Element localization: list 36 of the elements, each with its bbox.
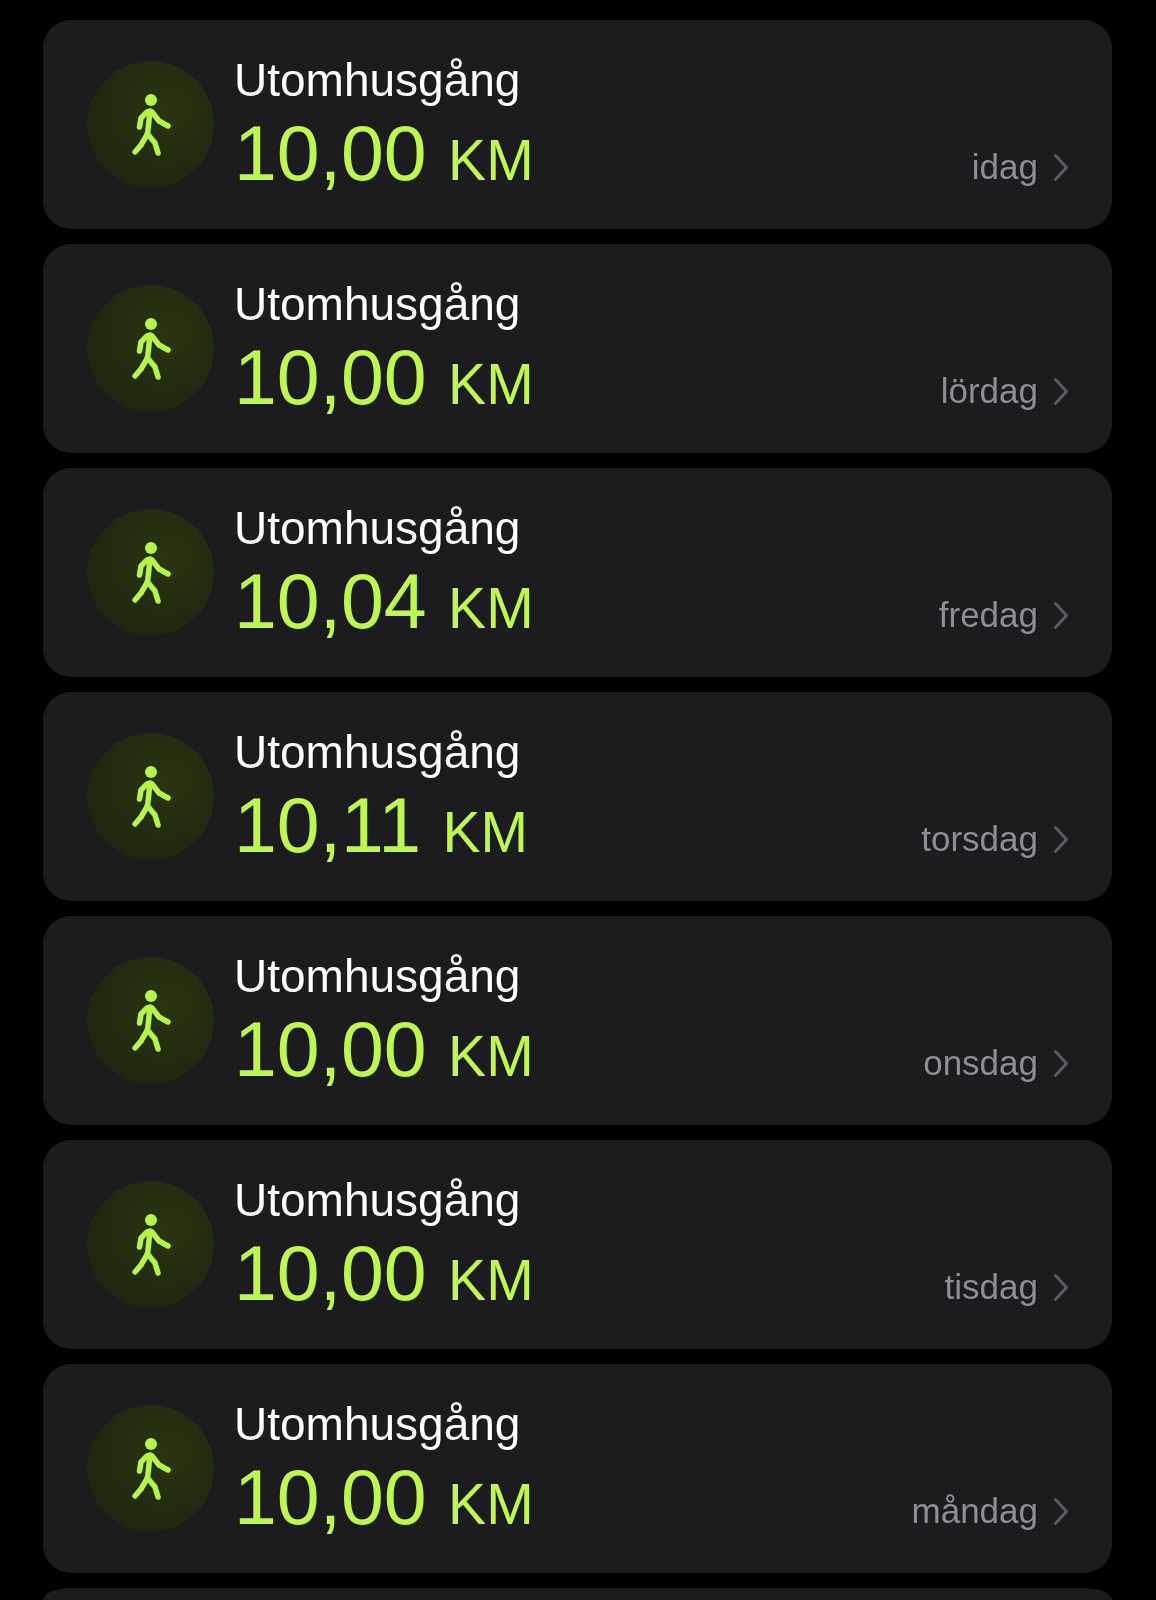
workout-card[interactable]: Utomhusgång 10,00 KM onsdag [43, 916, 1112, 1125]
workout-title: Utomhusgång [234, 952, 521, 1000]
chevron-right-icon [1054, 153, 1068, 181]
workout-card[interactable]: Utomhusgång 10,00 KM tisdag [43, 1140, 1112, 1349]
workout-date: tisdag [944, 1267, 1038, 1307]
workout-title: Utomhusgång [234, 1400, 521, 1448]
distance-value: 10,00 KM [234, 1009, 534, 1094]
workout-card[interactable]: Utomhusgång 10,00 KM idag [43, 20, 1112, 229]
workout-title: Utomhusgång [234, 728, 521, 776]
chevron-right-icon [1054, 1049, 1068, 1077]
workout-title: Utomhusgång [234, 1176, 521, 1224]
chevron-right-icon [1054, 825, 1068, 853]
chevron-right-icon [1054, 377, 1068, 405]
workout-card[interactable]: Utomhusgång 10,00 KM lördag [43, 244, 1112, 453]
workout-card[interactable]: Utomhusgång 10,04 KM fredag [43, 468, 1112, 677]
distance-value: 10,04 KM [234, 561, 534, 646]
workout-title: Utomhusgång [234, 280, 521, 328]
workout-date: måndag [911, 1491, 1038, 1531]
distance-value: 10,00 KM [234, 337, 534, 422]
workout-title: Utomhusgång [234, 504, 521, 552]
workout-date: lördag [940, 371, 1038, 411]
distance-value: 10,00 KM [234, 1457, 534, 1542]
chevron-right-icon [1054, 601, 1068, 629]
workout-card[interactable] [43, 1588, 1112, 1600]
distance-value: 10,11 KM [234, 785, 528, 870]
workout-card[interactable]: Utomhusgång 10,00 KM måndag [43, 1364, 1112, 1573]
workout-date: torsdag [921, 819, 1038, 859]
chevron-right-icon [1054, 1273, 1068, 1301]
workout-date: fredag [938, 595, 1038, 635]
workout-title: Utomhusgång [234, 56, 521, 104]
workout-date: idag [971, 147, 1038, 187]
workout-date: onsdag [923, 1043, 1038, 1083]
distance-value: 10,00 KM [234, 113, 534, 198]
distance-value: 10,00 KM [234, 1233, 534, 1318]
chevron-right-icon [1054, 1497, 1068, 1525]
workout-card[interactable]: Utomhusgång 10,11 KM torsdag [43, 692, 1112, 901]
